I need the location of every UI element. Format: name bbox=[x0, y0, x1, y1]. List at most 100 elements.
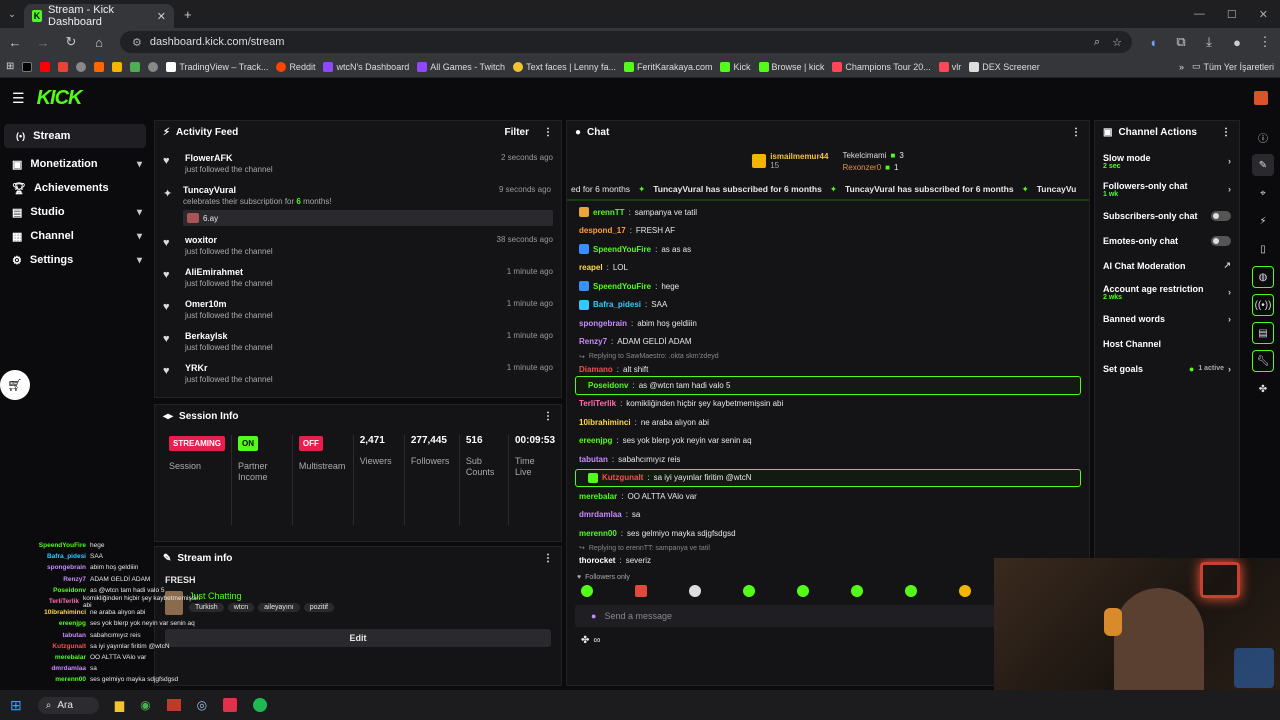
top-gifter-name[interactable]: Tekelcimami bbox=[842, 151, 886, 160]
file-explorer-icon[interactable]: ▆ bbox=[115, 698, 124, 712]
emote-icon[interactable] bbox=[851, 584, 863, 597]
gmail-bookmark-icon[interactable] bbox=[58, 61, 69, 72]
browser-menu-icon[interactable]: ⋮ bbox=[1258, 34, 1272, 50]
chat-username[interactable]: spongebrain bbox=[579, 319, 627, 328]
top-gifter-name[interactable]: Rexonzer0 bbox=[842, 163, 881, 172]
category-name[interactable]: Just Chatting bbox=[189, 591, 334, 601]
action-subscribers-only[interactable]: Subscribers-only chat bbox=[1095, 203, 1239, 228]
top-gifter-name[interactable]: ismailmemur44 bbox=[770, 152, 828, 161]
feed-user[interactable]: YRKr bbox=[185, 363, 273, 373]
chat-username[interactable]: dmrdamlaa bbox=[579, 510, 622, 519]
action-banned-words[interactable]: Banned words › bbox=[1095, 306, 1239, 331]
reload-icon[interactable]: ↻ bbox=[64, 34, 78, 50]
bookmark-10[interactable]: DEX Screener bbox=[969, 61, 1040, 72]
browser-tab[interactable]: K Stream - Kick Dashboard ✕ bbox=[24, 4, 174, 28]
filter-button[interactable]: Filter bbox=[505, 127, 529, 138]
tag[interactable]: wtcn bbox=[227, 603, 255, 612]
tag[interactable]: aileyayını bbox=[258, 603, 300, 612]
chat-username[interactable]: despond_17 bbox=[579, 226, 626, 235]
sidebar-item-settings[interactable]: ⚙ Settings ▾ bbox=[0, 248, 150, 272]
edit-icon[interactable]: ✎ bbox=[1252, 154, 1274, 176]
more-icon[interactable]: ⋮ bbox=[543, 127, 553, 138]
windows-start-icon[interactable]: ⊞ bbox=[10, 697, 22, 714]
action-emotes-only[interactable]: Emotes-only chat bbox=[1095, 228, 1239, 253]
sidebar-item-monetization[interactable]: ▣ Monetization ▾ bbox=[0, 152, 150, 176]
bookmark-7[interactable]: Browse | kick bbox=[758, 61, 824, 72]
wrench-icon[interactable]: 🔧︎ bbox=[1252, 350, 1274, 372]
chat-username[interactable]: Kutzgunalt bbox=[602, 473, 643, 482]
yc-bookmark-icon[interactable] bbox=[94, 61, 105, 72]
action-set-goals[interactable]: Set goals ● 1 active › bbox=[1095, 356, 1239, 381]
minimize-icon[interactable]: — bbox=[1194, 8, 1205, 21]
user-avatar[interactable] bbox=[1254, 91, 1268, 105]
feed-user[interactable]: Berkaylsk bbox=[185, 331, 273, 341]
back-icon[interactable]: ← bbox=[8, 35, 22, 50]
edit-button[interactable]: Edit bbox=[165, 629, 551, 647]
subscribers-only-toggle[interactable] bbox=[1211, 210, 1231, 221]
profile-avatar-icon[interactable]: ● bbox=[1230, 35, 1244, 50]
globe-bookmark-icon[interactable] bbox=[148, 61, 159, 72]
address-bar[interactable]: ⚙ dashboard.kick.com/stream ⌕ ☆ bbox=[120, 31, 1132, 53]
emote-icon[interactable] bbox=[635, 584, 647, 597]
emote-icon[interactable]: ✤ bbox=[1252, 378, 1274, 400]
feed-user[interactable]: FlowerAFK bbox=[185, 153, 273, 163]
chat-username[interactable]: 10ibrahiminci bbox=[579, 418, 631, 427]
chat-username[interactable]: TerliTerlik bbox=[579, 399, 616, 408]
action-host-channel[interactable]: Host Channel bbox=[1095, 331, 1239, 356]
sidebar-item-channel[interactable]: ▦ Channel ▾ bbox=[0, 224, 150, 248]
taskbar-search[interactable]: ⌕ Ara bbox=[37, 696, 99, 714]
tab-menu-icon[interactable]: ⌄ bbox=[0, 9, 24, 20]
infinity-icon[interactable]: ∞ bbox=[593, 635, 600, 646]
mic-icon[interactable]: ● bbox=[591, 611, 596, 621]
home-icon[interactable]: ⌂ bbox=[92, 35, 106, 50]
bookmark-8[interactable]: Champions Tour 20... bbox=[832, 61, 931, 72]
broadcast-icon[interactable]: ((•)) bbox=[1252, 294, 1274, 316]
spotify-icon[interactable] bbox=[253, 698, 268, 712]
chat-username[interactable]: ereenjpg bbox=[579, 436, 612, 445]
bookmark-3[interactable]: All Games - Twitch bbox=[417, 61, 505, 72]
chat-username[interactable]: tabutan bbox=[579, 455, 608, 464]
emote-icon[interactable] bbox=[797, 584, 809, 597]
chat-username[interactable]: Diamano bbox=[579, 365, 613, 374]
sidebar-item-achievements[interactable]: 🏆︎ Achievements bbox=[0, 176, 150, 200]
download-icon[interactable]: ⤓ bbox=[1202, 34, 1216, 50]
chat-username[interactable]: reapel bbox=[579, 263, 603, 272]
feed-user[interactable]: TuncayVural bbox=[183, 185, 553, 195]
new-tab-icon[interactable]: + bbox=[184, 7, 192, 22]
bookmark-4[interactable]: Text faces | Lenny fa... bbox=[513, 61, 616, 72]
bookmark-6[interactable]: Kick bbox=[720, 61, 751, 72]
chat-username[interactable]: thorocket bbox=[579, 556, 615, 565]
tag[interactable]: pozitif bbox=[303, 603, 334, 612]
maximize-icon[interactable]: ☐ bbox=[1227, 8, 1237, 21]
chat-username[interactable]: SpeendYouFire bbox=[593, 245, 651, 254]
emotes-only-toggle[interactable] bbox=[1211, 235, 1231, 246]
action-ai-moderation[interactable]: AI Chat Moderation ↗ bbox=[1095, 253, 1239, 278]
bolt-icon[interactable]: ⚡︎ bbox=[1252, 210, 1274, 232]
more-icon[interactable]: ⋮ bbox=[543, 411, 553, 422]
chrome-icon[interactable]: ◉ bbox=[140, 698, 150, 712]
feed-user[interactable]: AliEmirahmet bbox=[185, 267, 273, 277]
chat-bubble-icon[interactable]: ◍ bbox=[1252, 266, 1274, 288]
info-icon[interactable]: ⓘ bbox=[1252, 126, 1274, 148]
more-icon[interactable]: ⋮ bbox=[1221, 127, 1231, 138]
clipboard-icon[interactable]: ▯ bbox=[1252, 238, 1274, 260]
extensions-puzzle-icon[interactable]: ⧉ bbox=[1174, 34, 1188, 50]
sidebar-item-studio[interactable]: ▤ Studio ▾ bbox=[0, 200, 150, 224]
chat-username[interactable]: erennTT bbox=[593, 208, 625, 217]
hamburger-menu-icon[interactable]: ☰ bbox=[12, 90, 25, 107]
bookmark-5[interactable]: FeritKarakaya.com bbox=[623, 61, 712, 72]
forward-icon[interactable]: → bbox=[36, 35, 50, 50]
misc-bookmark-icon[interactable] bbox=[130, 61, 141, 72]
cart-icon[interactable]: 🛒︎ bbox=[0, 370, 30, 400]
bookmark-star-icon[interactable]: ☆ bbox=[1112, 36, 1122, 49]
more-bookmarks-icon[interactable]: » bbox=[1179, 62, 1184, 72]
emote-icon[interactable] bbox=[743, 584, 755, 597]
all-bookmarks[interactable]: ▭ Tüm Yer İşaretleri bbox=[1192, 61, 1274, 72]
close-window-icon[interactable]: ✕ bbox=[1259, 8, 1268, 21]
action-slow-mode[interactable]: Slow mode 2 sec › bbox=[1095, 147, 1239, 175]
x-bookmark-icon[interactable] bbox=[22, 61, 33, 72]
zoom-icon[interactable]: ⌕ bbox=[1094, 36, 1100, 49]
emote-icon[interactable] bbox=[905, 584, 917, 597]
web-bookmark-icon[interactable] bbox=[76, 61, 87, 72]
sidebar-item-stream[interactable]: (•) Stream bbox=[4, 124, 146, 148]
